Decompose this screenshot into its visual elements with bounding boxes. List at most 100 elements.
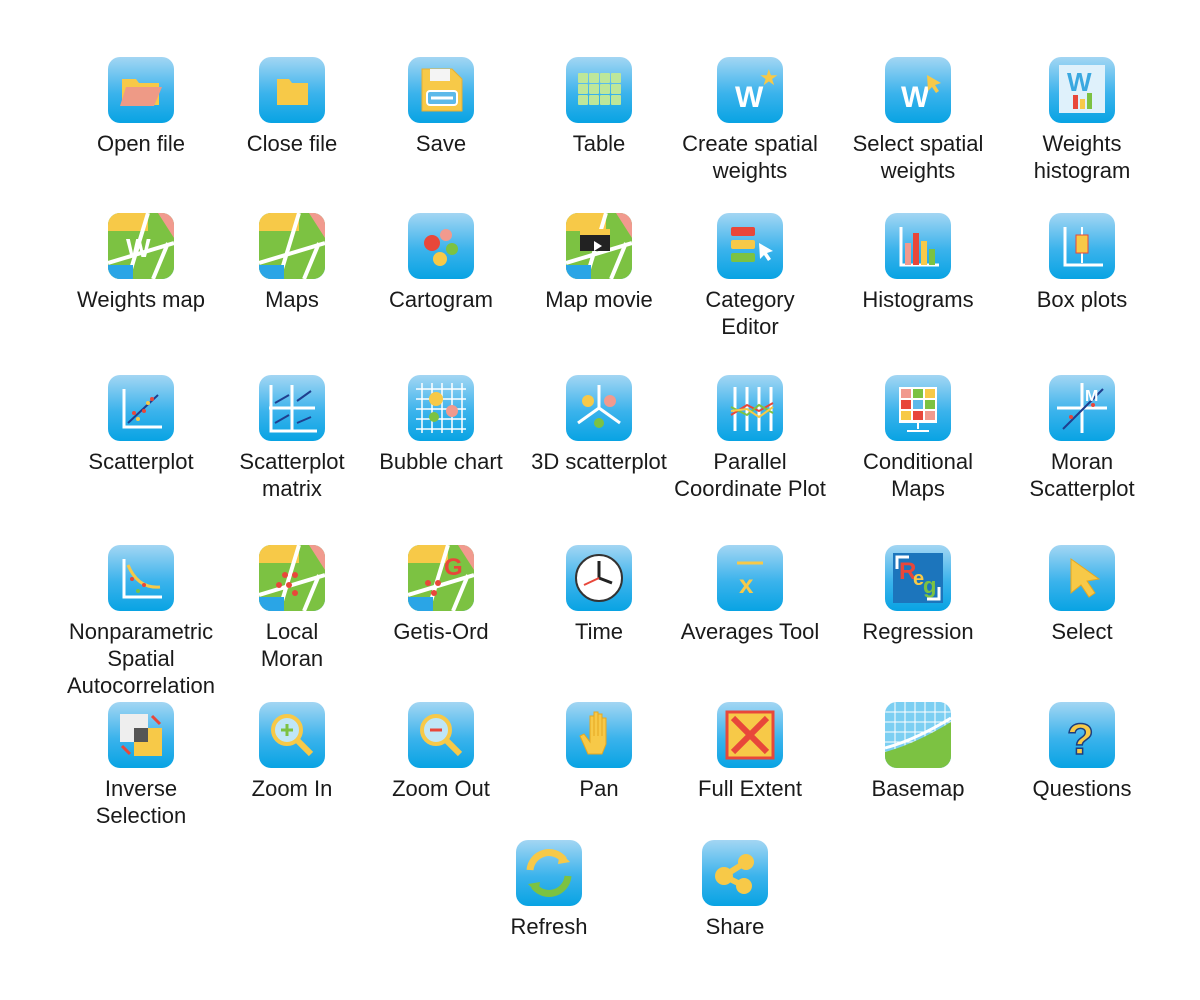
tool-weights-map-button[interactable]: W Weights map <box>56 213 226 313</box>
category-editor-icon[interactable] <box>717 213 783 279</box>
tool-close-file-button[interactable]: Close file <box>207 57 377 157</box>
inverse-selection-icon[interactable] <box>108 702 174 768</box>
scatterplot-matrix-icon[interactable] <box>259 375 325 441</box>
tool-label: Pan <box>579 776 619 801</box>
tool-map-movie-button[interactable]: Map movie <box>514 213 684 313</box>
tool-box-plots-button[interactable]: Box plots <box>997 213 1167 313</box>
tool-histograms-button[interactable]: Histograms <box>833 213 1003 313</box>
tool-category-editor-button[interactable]: Category Editor <box>665 213 835 340</box>
basemap-icon[interactable] <box>885 702 951 768</box>
clock-icon[interactable] <box>566 545 632 611</box>
tool-moran-scatterplot-button[interactable]: M Moran Scatterplot <box>997 375 1167 502</box>
save-icon[interactable] <box>408 57 474 123</box>
bubble-chart-icon[interactable] <box>408 375 474 441</box>
tool-open-file-button[interactable]: Open file <box>56 57 226 157</box>
svg-text:M: M <box>1085 388 1098 405</box>
tool-table-button[interactable]: Table <box>514 57 684 157</box>
parallel-coordinate-icon[interactable] <box>717 375 783 441</box>
moran-scatterplot-icon[interactable]: M <box>1049 375 1115 441</box>
folder-icon[interactable] <box>259 57 325 123</box>
tool-label: Select spatial weights <box>852 131 984 183</box>
tool-select-button[interactable]: Select <box>997 545 1167 645</box>
tool-save-button[interactable]: Save <box>356 57 526 157</box>
tool-label: Map movie <box>545 287 653 312</box>
zoom-in-icon[interactable] <box>259 702 325 768</box>
tool-label: Full Extent <box>698 776 802 801</box>
histogram-icon[interactable] <box>885 213 951 279</box>
tool-label: Local Moran <box>260 619 324 671</box>
open-folder-icon[interactable] <box>108 57 174 123</box>
tool-label: Close file <box>246 131 338 156</box>
tool-label: Maps <box>265 287 319 312</box>
svg-text:g: g <box>923 573 936 598</box>
weights-map-icon[interactable]: W <box>108 213 174 279</box>
tool-zoom-out-button[interactable]: Zoom Out <box>356 702 526 802</box>
tool-create-spatial-weights-button[interactable]: W ★ Create spatial weights <box>665 57 835 184</box>
getis-ord-icon[interactable]: G <box>408 545 474 611</box>
tool-nonparametric-spatial-autocorrelation-button[interactable]: Nonparametric Spatial Autocorrelation <box>56 545 226 699</box>
tool-3d-scatterplot-button[interactable]: 3D scatterplot <box>514 375 684 475</box>
refresh-icon[interactable] <box>516 840 582 906</box>
conditional-maps-icon[interactable] <box>885 375 951 441</box>
tool-label: Select <box>1051 619 1113 644</box>
tool-averages-tool-button[interactable]: x Averages Tool <box>665 545 835 645</box>
tool-pan-button[interactable]: Pan <box>514 702 684 802</box>
tool-conditional-maps-button[interactable]: Conditional Maps <box>833 375 1003 502</box>
hand-icon[interactable] <box>566 702 632 768</box>
tool-label: Moran Scatterplot <box>1029 449 1135 501</box>
weights-histogram-icon[interactable]: W <box>1049 57 1115 123</box>
tool-select-spatial-weights-button[interactable]: W Select spatial weights <box>833 57 1003 184</box>
tool-time-button[interactable]: Time <box>514 545 684 645</box>
tool-label: Save <box>415 131 467 156</box>
tool-getis-ord-button[interactable]: G Getis-Ord <box>356 545 526 645</box>
3d-scatterplot-icon[interactable] <box>566 375 632 441</box>
tool-full-extent-button[interactable]: Full Extent <box>665 702 835 802</box>
tool-label: Nonparametric Spatial Autocorrelation <box>67 619 215 698</box>
tool-bubble-chart-button[interactable]: Bubble chart <box>356 375 526 475</box>
svg-text:W: W <box>901 81 930 114</box>
tool-label: Zoom In <box>251 776 333 801</box>
tool-cartogram-button[interactable]: Cartogram <box>356 213 526 313</box>
tool-label: Scatterplot <box>88 449 194 474</box>
nonparametric-icon[interactable] <box>108 545 174 611</box>
tool-maps-button[interactable]: Maps <box>207 213 377 313</box>
zoom-out-icon[interactable] <box>408 702 474 768</box>
svg-text:W: W <box>126 233 151 263</box>
tool-weights-histogram-button[interactable]: W Weights histogram <box>997 57 1167 184</box>
averages-icon[interactable]: x <box>717 545 783 611</box>
svg-text:?: ? <box>1067 715 1094 764</box>
tool-basemap-button[interactable]: Basemap <box>833 702 1003 802</box>
tool-label: Scatterplot matrix <box>239 449 345 501</box>
local-moran-icon[interactable] <box>259 545 325 611</box>
create-weights-icon[interactable]: W ★ <box>717 57 783 123</box>
tool-label: Regression <box>862 619 974 644</box>
tool-scatterplot-matrix-button[interactable]: Scatterplot matrix <box>207 375 377 502</box>
tool-parallel-coordinate-plot-button[interactable]: Parallel Coordinate Plot <box>665 375 835 502</box>
regression-icon[interactable]: Reg <box>885 545 951 611</box>
tool-label: Create spatial weights <box>682 131 818 183</box>
tool-inverse-selection-button[interactable]: Inverse Selection <box>56 702 226 829</box>
scatterplot-icon[interactable] <box>108 375 174 441</box>
table-icon[interactable] <box>566 57 632 123</box>
box-plot-icon[interactable] <box>1049 213 1115 279</box>
share-icon[interactable] <box>702 840 768 906</box>
tool-label: Getis-Ord <box>393 619 489 644</box>
tool-questions-button[interactable]: ? Questions <box>997 702 1167 802</box>
tool-local-moran-button[interactable]: Local Moran <box>207 545 377 672</box>
map-movie-icon[interactable] <box>566 213 632 279</box>
tool-refresh-button[interactable]: Refresh <box>464 840 634 940</box>
tool-label: Parallel Coordinate Plot <box>674 449 826 501</box>
tool-zoom-in-button[interactable]: Zoom In <box>207 702 377 802</box>
tool-label: Inverse Selection <box>95 776 187 828</box>
cursor-icon[interactable] <box>1049 545 1115 611</box>
full-extent-icon[interactable] <box>717 702 783 768</box>
map-icon[interactable] <box>259 213 325 279</box>
tool-scatterplot-button[interactable]: Scatterplot <box>56 375 226 475</box>
tool-regression-button[interactable]: Re g Regression <box>833 545 1003 645</box>
tool-label: Category Editor <box>705 287 795 339</box>
select-weights-icon[interactable]: W <box>885 57 951 123</box>
tool-share-button[interactable]: Share <box>650 840 820 940</box>
question-icon[interactable]: ? <box>1049 702 1115 768</box>
tool-label: Questions <box>1032 776 1132 801</box>
cartogram-icon[interactable] <box>408 213 474 279</box>
